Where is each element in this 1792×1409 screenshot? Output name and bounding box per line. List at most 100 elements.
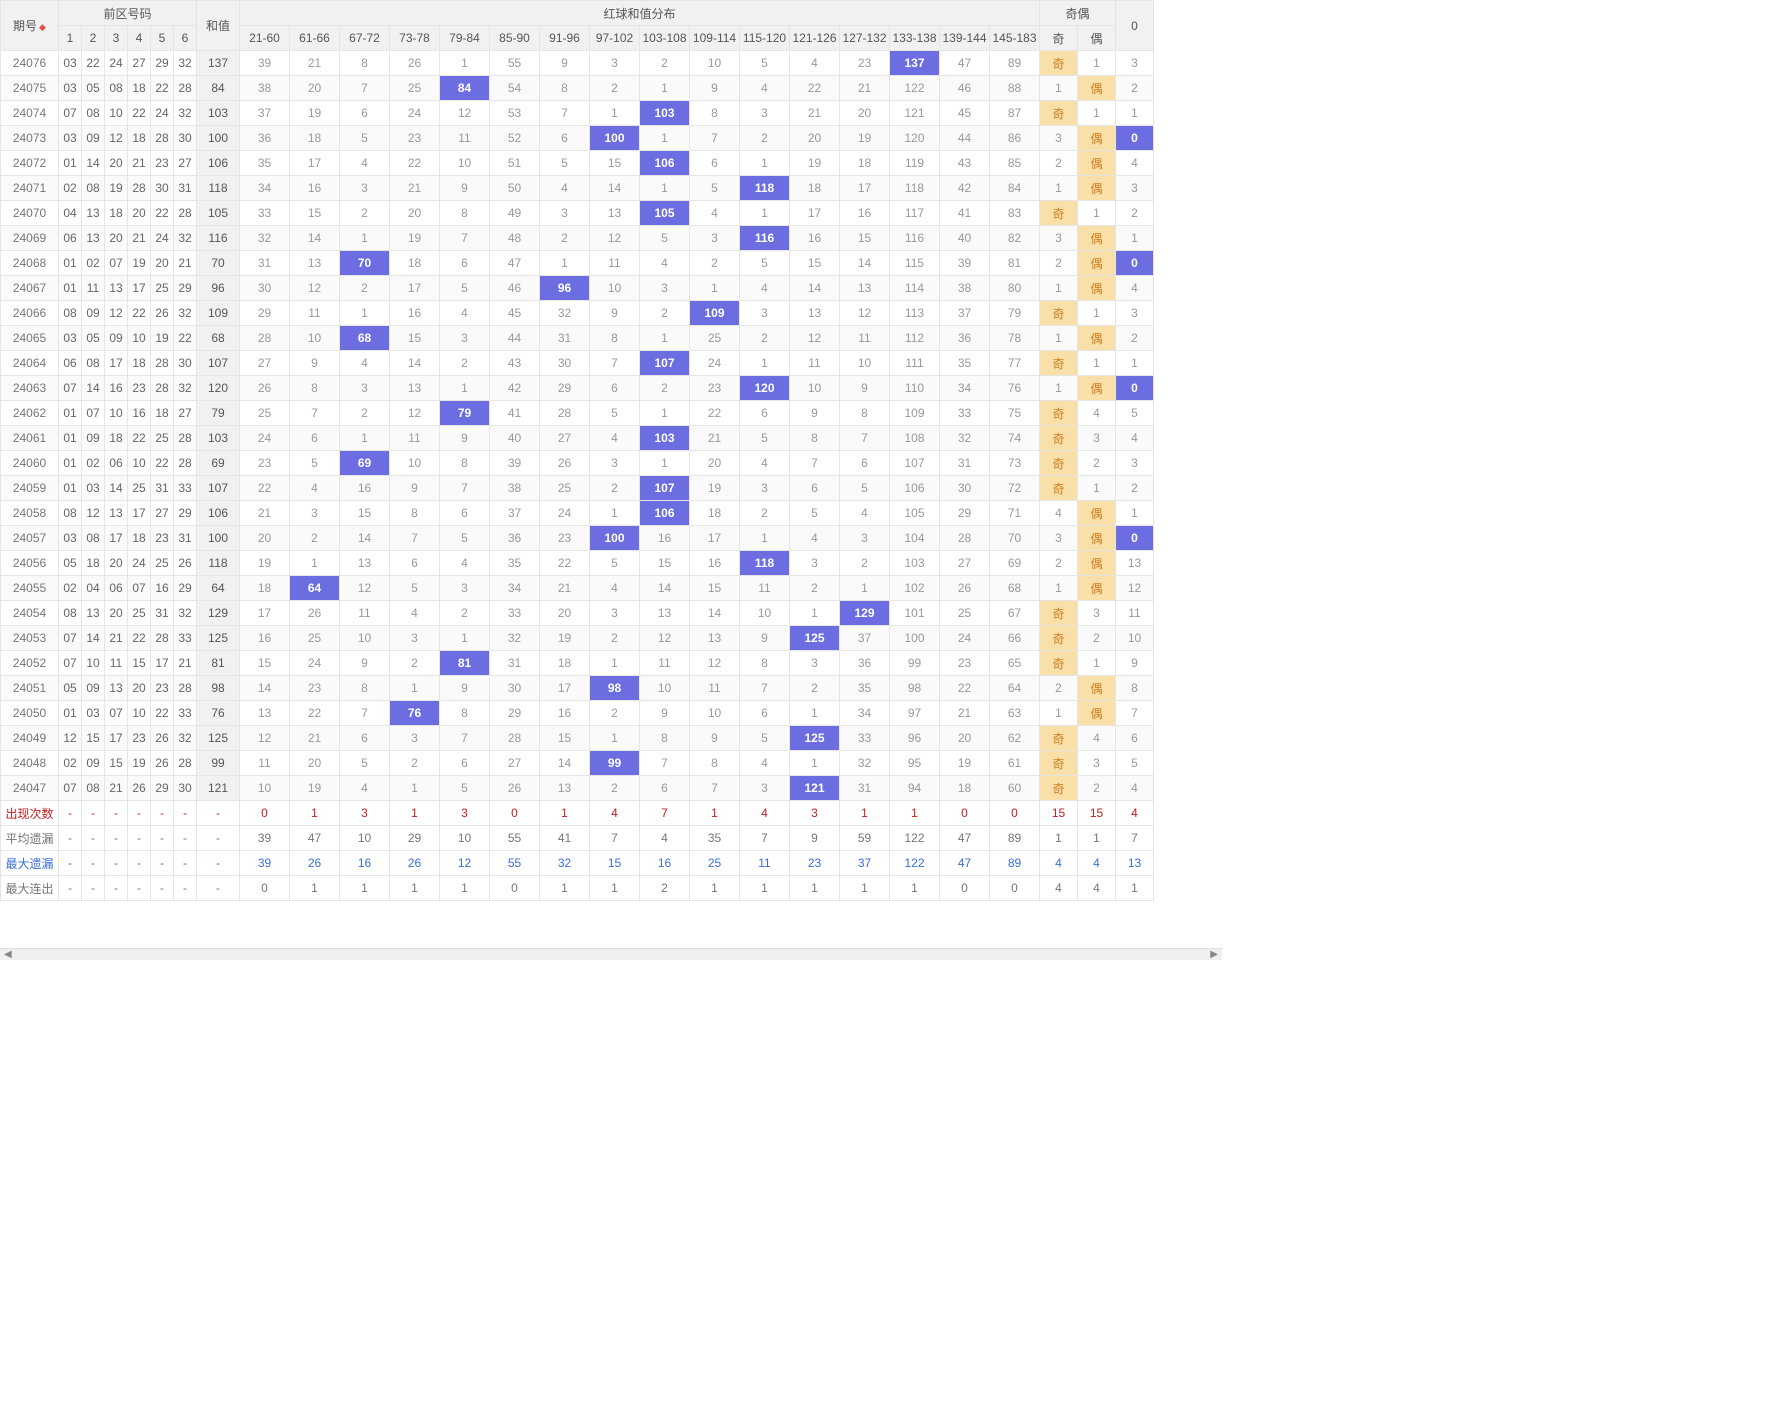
lottery-table-wrap: 期号◆ 前区号码 和值 红球和值分布 奇偶 0 12345621-6061-66…	[0, 0, 1222, 960]
dist-cell: 2	[640, 51, 690, 76]
zero-cell: 3	[1116, 301, 1154, 326]
dist-cell: 20	[290, 76, 340, 101]
stat-cell: 1	[1078, 826, 1116, 851]
parity-cell: 奇	[1040, 51, 1078, 76]
num-cell: 28	[174, 751, 197, 776]
stat-cell: 0	[490, 876, 540, 901]
stat-cell: -	[105, 826, 128, 851]
stat-cell: -	[174, 876, 197, 901]
dist-cell: 41	[490, 401, 540, 426]
header-range-9: 109-114	[690, 26, 740, 51]
dist-cell: 109	[690, 301, 740, 326]
dist-cell: 2	[640, 376, 690, 401]
dist-cell: 31	[540, 326, 590, 351]
num-cell: 28	[174, 201, 197, 226]
dist-cell: 21	[290, 726, 340, 751]
header-issue[interactable]: 期号◆	[1, 1, 59, 51]
header-num-4: 4	[128, 26, 151, 51]
dist-cell: 20	[240, 526, 290, 551]
sum-cell: 125	[197, 726, 240, 751]
dist-cell: 16	[290, 176, 340, 201]
dist-cell: 13	[340, 551, 390, 576]
num-cell: 07	[105, 251, 128, 276]
num-cell: 16	[151, 576, 174, 601]
dist-cell: 2	[590, 626, 640, 651]
dist-cell: 54	[490, 76, 540, 101]
issue-cell: 24055	[1, 576, 59, 601]
dist-cell: 24	[240, 426, 290, 451]
dist-cell: 11	[240, 751, 290, 776]
parity-cell: 偶	[1078, 76, 1116, 101]
parity-cell: 1	[1078, 351, 1116, 376]
stat-row-avg: 平均遗漏-------39471029105541743579591224789…	[1, 826, 1154, 851]
dist-cell: 95	[890, 751, 940, 776]
header-range-10: 115-120	[740, 26, 790, 51]
issue-cell: 24076	[1, 51, 59, 76]
num-cell: 29	[151, 51, 174, 76]
dist-cell: 24	[690, 351, 740, 376]
dist-cell: 2	[590, 701, 640, 726]
sum-cell: 105	[197, 201, 240, 226]
dist-cell: 70	[340, 251, 390, 276]
dist-cell: 7	[540, 101, 590, 126]
dist-cell: 117	[890, 201, 940, 226]
dist-cell: 23	[240, 451, 290, 476]
dist-cell: 2	[740, 501, 790, 526]
stat-cell: 29	[390, 826, 440, 851]
num-cell: 08	[82, 176, 105, 201]
dist-cell: 71	[990, 501, 1040, 526]
dist-cell: 21	[840, 76, 890, 101]
parity-cell: 1	[1040, 576, 1078, 601]
dist-cell: 64	[990, 676, 1040, 701]
dist-cell: 102	[890, 576, 940, 601]
dist-cell: 1	[590, 726, 640, 751]
stat-cell: -	[128, 851, 151, 876]
dist-cell: 11	[390, 426, 440, 451]
stat-cell: -	[151, 826, 174, 851]
stat-cell: 1	[1116, 876, 1154, 901]
parity-cell: 奇	[1040, 651, 1078, 676]
dist-cell: 52	[490, 126, 540, 151]
stat-cell: 1	[440, 876, 490, 901]
stat-cell: 11	[740, 851, 790, 876]
parity-cell: 2	[1040, 251, 1078, 276]
zero-cell: 4	[1116, 276, 1154, 301]
stat-cell: 4	[590, 801, 640, 826]
dist-cell: 2	[390, 751, 440, 776]
dist-cell: 17	[840, 176, 890, 201]
dist-cell: 33	[240, 201, 290, 226]
stat-cell: 15	[590, 851, 640, 876]
dist-cell: 1	[440, 626, 490, 651]
dist-cell: 15	[290, 201, 340, 226]
parity-cell: 偶	[1078, 551, 1116, 576]
num-cell: 24	[105, 51, 128, 76]
header-range-11: 121-126	[790, 26, 840, 51]
table-row: 2407004131820222810533152208493131054117…	[1, 201, 1154, 226]
dist-cell: 9	[640, 701, 690, 726]
stat-cell: 55	[490, 851, 540, 876]
parity-cell: 偶	[1078, 151, 1116, 176]
scroll-left-icon[interactable]: ◀	[4, 949, 12, 960]
dist-cell: 8	[440, 701, 490, 726]
dist-cell: 9	[540, 51, 590, 76]
sum-cell: 118	[197, 176, 240, 201]
num-cell: 07	[105, 701, 128, 726]
num-cell: 17	[151, 651, 174, 676]
dist-cell: 3	[390, 626, 440, 651]
scroll-right-icon[interactable]: ▶	[1210, 949, 1218, 960]
num-cell: 09	[82, 301, 105, 326]
num-cell: 25	[128, 476, 151, 501]
dist-cell: 17	[290, 151, 340, 176]
table-row: 2406001020610222869235691083926312047610…	[1, 451, 1154, 476]
dist-cell: 9	[790, 401, 840, 426]
horizontal-scrollbar[interactable]: ◀ ▶	[0, 948, 1222, 960]
dist-cell: 12	[440, 101, 490, 126]
num-cell: 26	[174, 551, 197, 576]
stat-cell: 16	[340, 851, 390, 876]
dist-cell: 12	[340, 576, 390, 601]
dist-cell: 51	[490, 151, 540, 176]
dist-cell: 39	[240, 51, 290, 76]
stat-cell: 122	[890, 851, 940, 876]
dist-cell: 25	[290, 626, 340, 651]
sum-cell: 106	[197, 501, 240, 526]
